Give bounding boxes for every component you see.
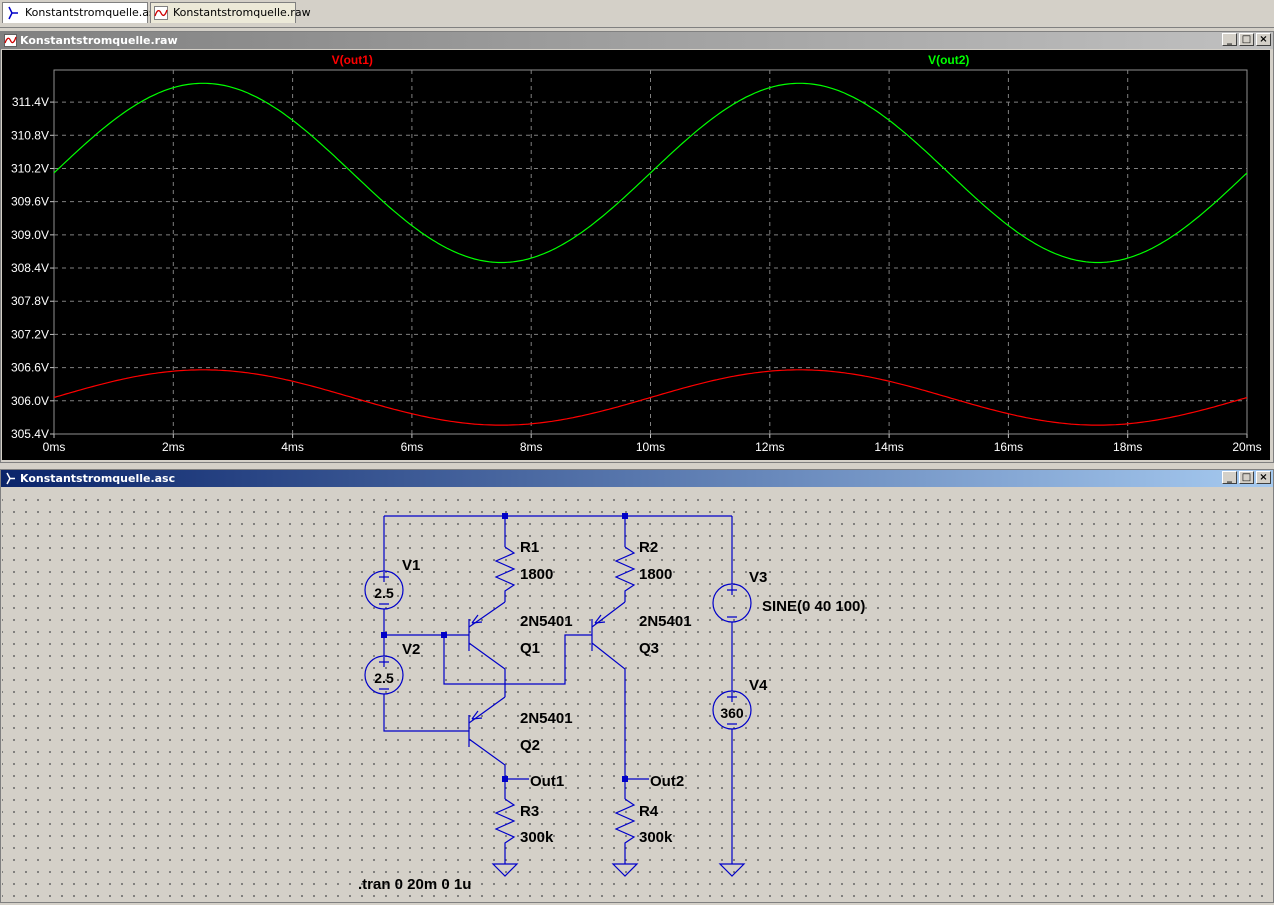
schematic-icon xyxy=(8,6,18,20)
resistor-r2[interactable] xyxy=(614,546,636,602)
transistor-q1[interactable] xyxy=(468,601,506,670)
schematic-window-titlebar[interactable]: Konstantstromquelle.asc _ □ × xyxy=(1,470,1273,487)
schematic-icon xyxy=(6,472,15,485)
y-tick-label: 307.8V xyxy=(11,294,49,308)
plot-frame xyxy=(53,69,1248,435)
wire-base-link[interactable] xyxy=(443,634,592,685)
label-r4-value: 300k xyxy=(639,829,673,846)
spice-directive[interactable]: .tran 0 20m 0 1u xyxy=(358,876,471,893)
legend-vout1[interactable]: V(out1) xyxy=(332,53,373,67)
label-r4-name: R4 xyxy=(639,803,659,820)
label-r3-value: 300k xyxy=(520,829,554,846)
schematic-drawing[interactable]: V1 2.5 V2 2.5 R1 1800 2N5401 Q1 2N5401 Q… xyxy=(2,489,1270,901)
label-v2-value: 2.5 xyxy=(374,670,394,686)
x-tick-label: 6ms xyxy=(401,440,424,454)
y-tick-label: 309.6V xyxy=(11,195,49,209)
label-v4-name: V4 xyxy=(749,677,768,694)
x-tick-label: 10ms xyxy=(636,440,665,454)
y-tick-label: 309.0V xyxy=(11,228,49,242)
wire-v2-bottom[interactable] xyxy=(383,694,469,732)
waveform-plot-pane[interactable]: 0ms 2ms 4ms 6ms 8ms 10ms 12ms 14ms 16ms 18ms 20ms 3… xyxy=(2,50,1270,460)
waveform-window-title: Konstantstromquelle.raw xyxy=(20,34,178,47)
junction-dot xyxy=(622,776,628,782)
x-tick-label: 8ms xyxy=(520,440,543,454)
label-q3-model: 2N5401 xyxy=(639,613,692,630)
label-q1-name: Q1 xyxy=(520,640,540,657)
net-label-out1: Out1 xyxy=(530,773,564,790)
maximize-button[interactable]: □ xyxy=(1239,471,1254,484)
label-r2-name: R2 xyxy=(639,539,658,556)
label-r1-value: 1800 xyxy=(520,566,553,583)
y-tick-label: 310.2V xyxy=(11,161,49,175)
x-tick-label: 14ms xyxy=(874,440,903,454)
label-v3-name: V3 xyxy=(749,569,767,586)
label-q2-name: Q2 xyxy=(520,737,540,754)
tab-schematic[interactable]: Konstantstromquelle.asc xyxy=(2,2,161,23)
transistor-q2[interactable] xyxy=(468,696,506,779)
x-tick-label: 4ms xyxy=(281,440,304,454)
y-tick-label: 306.0V xyxy=(11,394,49,408)
document-tab-bar: Konstantstromquelle.asc Konstantstromque… xyxy=(0,0,1274,28)
y-tick-label: 307.2V xyxy=(11,327,49,341)
minimize-button[interactable]: _ xyxy=(1222,33,1237,46)
y-tick-label: 306.6V xyxy=(11,361,49,375)
label-r2-value: 1800 xyxy=(639,566,672,583)
net-label-out2: Out2 xyxy=(650,773,684,790)
y-tick-label: 310.8V xyxy=(11,128,49,142)
tab-waveform[interactable]: Konstantstromquelle.raw xyxy=(150,2,311,23)
tab-schematic-label: Konstantstromquelle.asc xyxy=(25,6,161,19)
label-v4-value: 360 xyxy=(720,705,744,721)
label-q3-name: Q3 xyxy=(639,640,659,657)
y-tick-label: 311.4V xyxy=(12,95,49,109)
x-tick-label: 2ms xyxy=(162,440,185,454)
ground-r4[interactable] xyxy=(611,863,639,877)
junction-dot xyxy=(622,513,628,519)
schematic-window-title: Konstantstromquelle.asc xyxy=(20,472,176,485)
junction-dot xyxy=(502,776,508,782)
maximize-button[interactable]: □ xyxy=(1239,33,1254,46)
label-r3-name: R3 xyxy=(520,803,539,820)
label-v1-name: V1 xyxy=(402,557,420,574)
tab-waveform-label: Konstantstromquelle.raw xyxy=(173,6,311,19)
close-button[interactable]: × xyxy=(1256,471,1271,484)
waveform-plot[interactable]: 0ms 2ms 4ms 6ms 8ms 10ms 12ms 14ms 16ms 18ms 20ms 3… xyxy=(2,50,1270,460)
label-v3-value: SINE(0 40 100) xyxy=(762,598,865,615)
x-tick-label: 16ms xyxy=(994,440,1023,454)
legend-vout2[interactable]: V(out2) xyxy=(928,53,969,67)
y-tick-label: 308.4V xyxy=(11,261,49,275)
x-tick-label: 20ms xyxy=(1232,440,1261,454)
junction-dot xyxy=(441,632,447,638)
waveform-icon xyxy=(4,34,17,47)
x-tick-label: 12ms xyxy=(755,440,784,454)
resistor-r1[interactable] xyxy=(494,546,516,602)
ground-v4[interactable] xyxy=(718,863,746,877)
y-tick-label: 305.4V xyxy=(11,427,49,441)
schematic-canvas[interactable]: V1 2.5 V2 2.5 R1 1800 2N5401 Q1 2N5401 Q… xyxy=(2,489,1270,901)
waveform-window-titlebar[interactable]: Konstantstromquelle.raw _ □ × xyxy=(1,32,1273,49)
waveform-icon xyxy=(154,6,168,20)
close-button[interactable]: × xyxy=(1256,33,1271,46)
resistor-r3[interactable] xyxy=(494,798,516,864)
label-r1-name: R1 xyxy=(520,539,539,556)
label-v1-value: 2.5 xyxy=(374,585,394,601)
ground-r3[interactable] xyxy=(491,863,519,877)
junction-dot xyxy=(381,632,387,638)
junction-dot xyxy=(502,513,508,519)
label-v2-name: V2 xyxy=(402,641,420,658)
x-tick-label: 0ms xyxy=(43,440,66,454)
resistor-r4[interactable] xyxy=(614,798,636,864)
minimize-button[interactable]: _ xyxy=(1222,471,1237,484)
source-v3-polarity xyxy=(727,585,737,618)
transistor-q3[interactable] xyxy=(591,601,626,779)
label-q1-model: 2N5401 xyxy=(520,613,573,630)
label-q2-model: 2N5401 xyxy=(520,710,573,727)
x-tick-label: 18ms xyxy=(1113,440,1142,454)
